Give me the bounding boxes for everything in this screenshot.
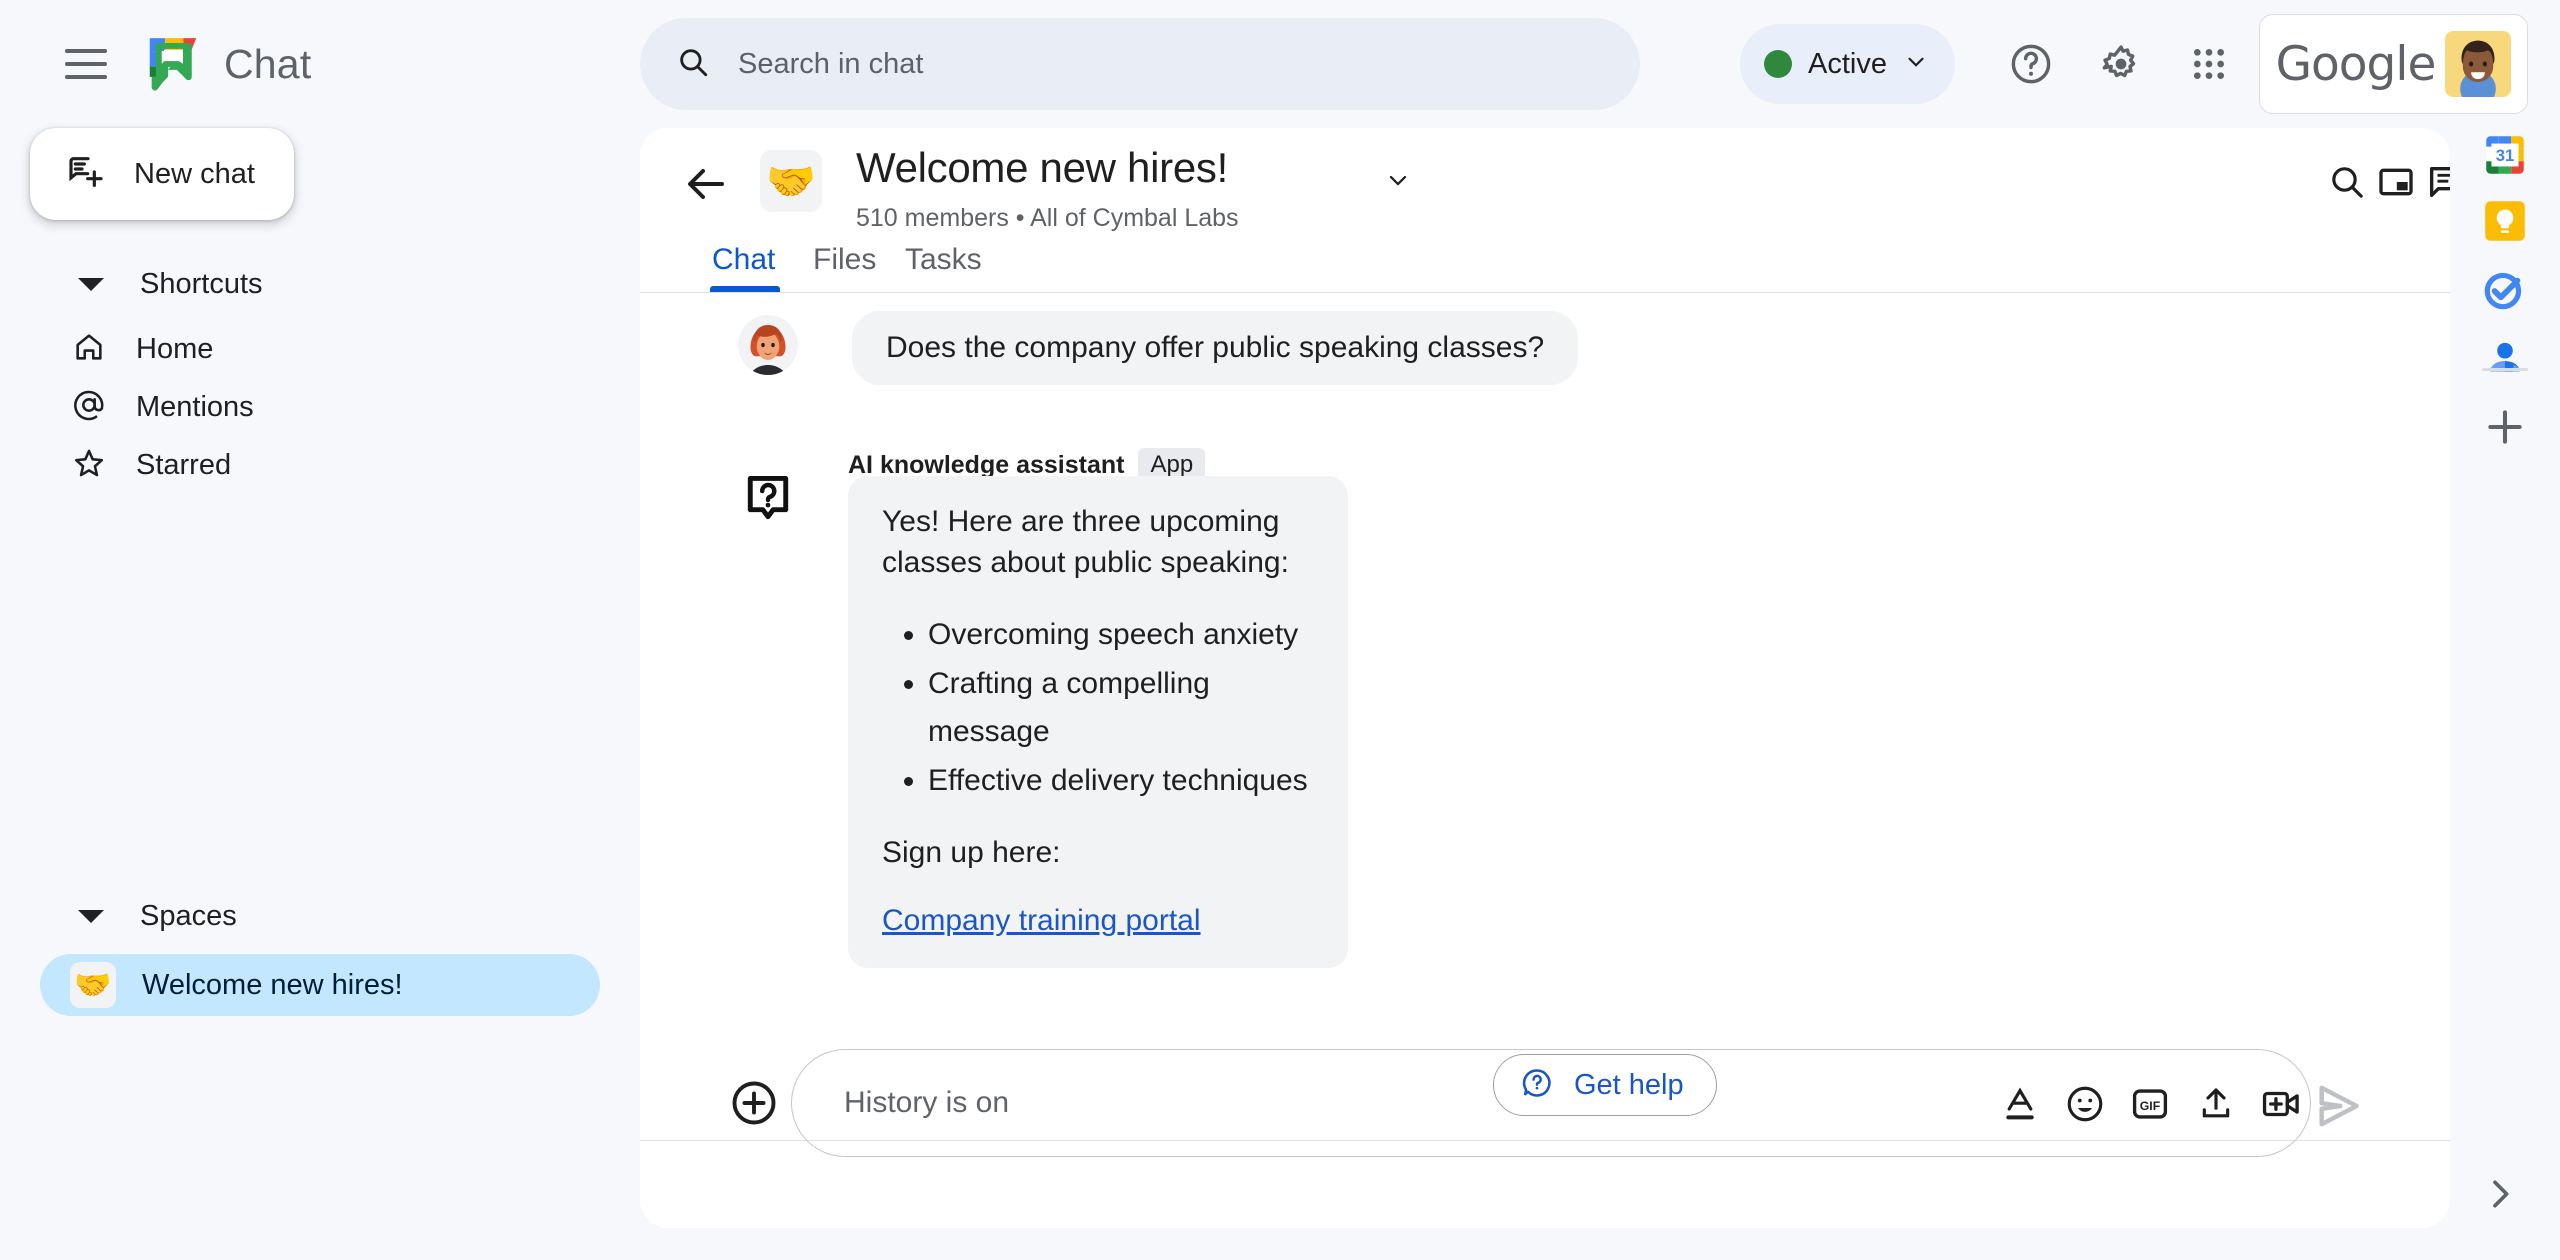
- hamburger-menu-icon[interactable]: [44, 22, 128, 106]
- message-placeholder: History is on: [844, 1086, 1010, 1119]
- spaces-section-header[interactable]: Spaces: [0, 888, 640, 944]
- tab-label: Files: [813, 243, 877, 276]
- new-chat-label: New chat: [134, 157, 255, 190]
- back-arrow-icon[interactable]: [682, 160, 730, 208]
- chevron-down-icon: [78, 909, 104, 923]
- svg-text:31: 31: [2496, 146, 2515, 165]
- rail-divider: [2482, 368, 2528, 371]
- room-tabs: Chat Files Tasks: [640, 228, 2450, 292]
- emoji-icon[interactable]: [2061, 1080, 2109, 1128]
- chat-bubble-icon[interactable]: [2415, 152, 2450, 212]
- message-bubble-user: Does the company offer public speaking c…: [852, 311, 1579, 385]
- side-panel-rail: 31: [2450, 128, 2560, 1260]
- tab-label: Tasks: [905, 243, 982, 276]
- page-title: Welcome new hires!: [856, 144, 1228, 191]
- google-wordmark: Google: [2275, 36, 2437, 92]
- plus-icon[interactable]: [2478, 400, 2532, 454]
- gif-icon[interactable]: GIF: [2126, 1080, 2174, 1128]
- account-chip[interactable]: Google: [2259, 14, 2528, 114]
- google-calendar-icon[interactable]: 31: [2478, 128, 2532, 182]
- sidebar-item-mentions[interactable]: Mentions: [0, 378, 640, 436]
- send-icon[interactable]: [2310, 1078, 2366, 1134]
- top-bar: Chat Search in chat Active Google: [0, 0, 2560, 128]
- sidebar-item-starred[interactable]: Starred: [0, 436, 640, 494]
- new-chat-button[interactable]: New chat: [30, 128, 294, 220]
- message-list: Does the company offer public speaking c…: [640, 293, 2450, 968]
- add-video-meeting-icon[interactable]: [2257, 1080, 2305, 1128]
- format-text-icon[interactable]: [1996, 1080, 2044, 1128]
- google-chat-logo: [142, 33, 204, 95]
- avatar[interactable]: [2445, 31, 2512, 97]
- message-bubble-app: Yes! Here are three upcoming classes abo…: [848, 476, 1348, 968]
- plus-circle-icon[interactable]: [728, 1077, 780, 1129]
- chevron-down-icon: [78, 277, 104, 291]
- list-item: Crafting a compelling message: [928, 660, 1314, 757]
- chevron-down-icon: [1903, 49, 1929, 80]
- spaces-title: Spaces: [140, 899, 237, 932]
- list-item: Overcoming speech anxiety: [928, 611, 1314, 660]
- new-chat-icon: [66, 152, 106, 197]
- sidebar-item-welcome-new-hires[interactable]: 🤝 Welcome new hires!: [40, 954, 600, 1016]
- room-emoji-icon: 🤝: [760, 150, 822, 212]
- question-mark-app-icon: [740, 471, 796, 527]
- woman-avatar: [738, 315, 798, 375]
- tab-chat[interactable]: Chat: [712, 228, 775, 292]
- app-message-intro: Yes! Here are three upcoming classes abo…: [882, 505, 1289, 579]
- tab-label: Chat: [712, 243, 776, 276]
- brand: Chat: [142, 33, 311, 95]
- apps-grid-icon[interactable]: [2173, 28, 2245, 100]
- svg-text:GIF: GIF: [2140, 1099, 2161, 1113]
- sidebar: New chat Shortcuts Home Mentions Starred…: [0, 128, 640, 1260]
- brand-name: Chat: [224, 40, 312, 87]
- google-contacts-icon[interactable]: [2478, 332, 2532, 386]
- space-label: Welcome new hires!: [142, 968, 403, 1001]
- status-badge[interactable]: Active: [1740, 24, 1955, 104]
- status-label: Active: [1808, 47, 1887, 80]
- search-input[interactable]: Search in chat: [640, 18, 1640, 110]
- shortcuts-section-header[interactable]: Shortcuts: [0, 256, 640, 312]
- google-tasks-icon[interactable]: [2478, 263, 2532, 317]
- list-item: Effective delivery techniques: [928, 757, 1314, 806]
- home-icon: [72, 330, 106, 369]
- google-keep-icon[interactable]: [2478, 194, 2532, 248]
- shortcuts-title: Shortcuts: [140, 267, 263, 300]
- at-mention-icon: [72, 388, 106, 427]
- chevron-down-icon[interactable]: [1384, 166, 1412, 199]
- search-icon: [676, 45, 710, 84]
- star-icon: [72, 446, 106, 485]
- tab-tasks[interactable]: Tasks: [905, 228, 982, 292]
- room-header: 🤝 Welcome new hires! 510 members • All o…: [640, 128, 2450, 232]
- handshake-emoji-icon: 🤝: [70, 962, 116, 1008]
- app-message-bullets: Overcoming speech anxiety Crafting a com…: [928, 611, 1314, 805]
- upload-file-icon[interactable]: [2192, 1080, 2240, 1128]
- app-message-signup: Sign up here:: [882, 836, 1061, 870]
- sidebar-item-home[interactable]: Home: [0, 320, 640, 378]
- company-training-portal-link[interactable]: Company training portal: [882, 904, 1201, 938]
- chevron-right-icon[interactable]: [2480, 1174, 2528, 1222]
- sidebar-item-label: Home: [136, 332, 214, 365]
- sidebar-item-label: Starred: [136, 448, 232, 481]
- gear-icon[interactable]: [2085, 28, 2157, 100]
- tab-files[interactable]: Files: [813, 228, 876, 292]
- help-icon[interactable]: [1995, 28, 2067, 100]
- status-dot-icon: [1764, 50, 1792, 78]
- sidebar-item-label: Mentions: [136, 390, 254, 423]
- search-placeholder: Search in chat: [738, 47, 924, 80]
